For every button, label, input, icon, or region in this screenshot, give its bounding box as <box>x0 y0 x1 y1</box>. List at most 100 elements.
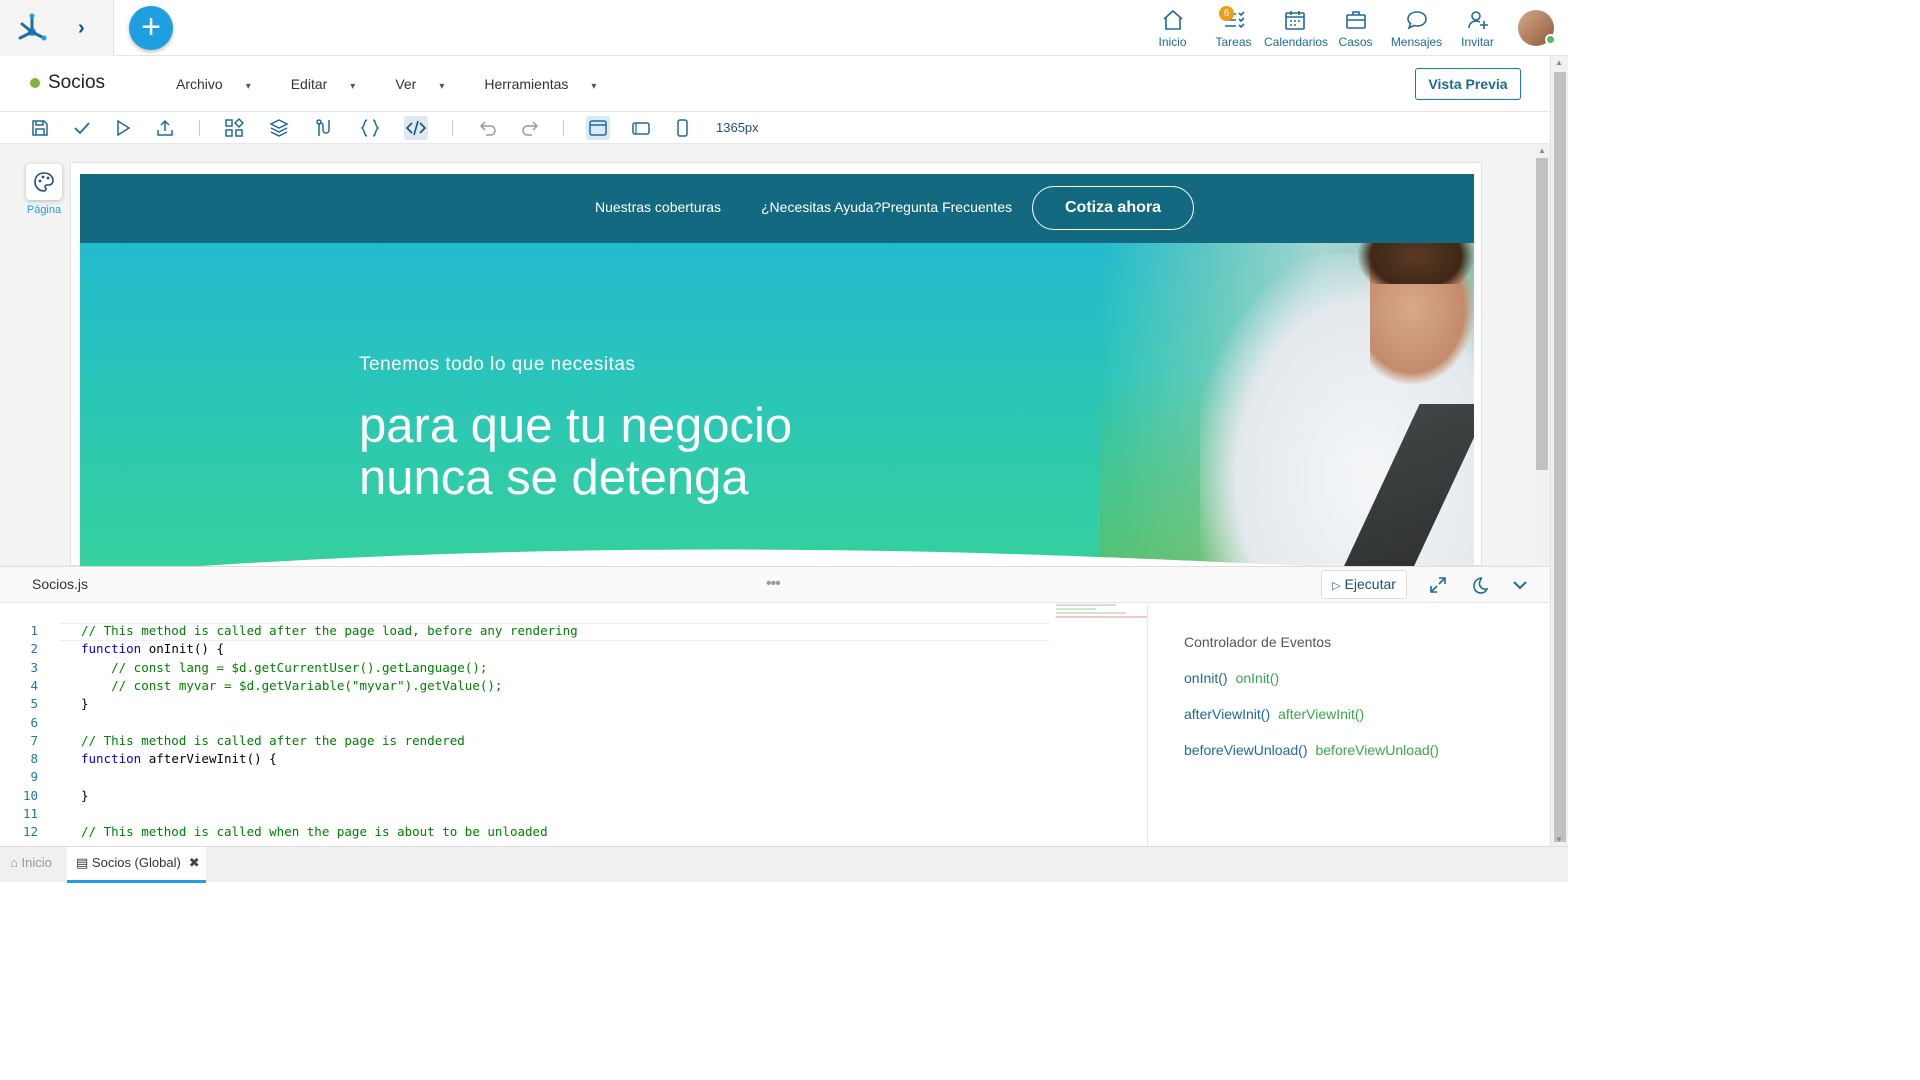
workspace-scrollbar[interactable]: ▲ <box>1534 144 1550 566</box>
page-style-button[interactable] <box>26 164 62 200</box>
run-button[interactable]: ▷ Ejecutar <box>1321 570 1407 599</box>
page-title-text: Socios <box>48 72 106 93</box>
collapse-panel-button[interactable] <box>1509 574 1531 596</box>
event-controller: Controlador de Eventos onInit() onInit() … <box>1163 604 1550 847</box>
home-icon <box>1162 9 1183 30</box>
tab-inicio[interactable]: ⌂ Inicio <box>10 855 52 870</box>
tab-socios-global[interactable]: ▤ Socios (Global) ✖ <box>67 847 206 883</box>
dark-mode-button[interactable] <box>1468 574 1490 596</box>
scroll-up-icon[interactable]: ▲ <box>1538 146 1546 155</box>
code-line[interactable]: 7 // This method is called after the page… <box>0 732 1050 750</box>
document-icon: ▤ <box>76 855 89 870</box>
undo-button[interactable] <box>476 116 500 140</box>
menu-herramientas[interactable]: Herramientas ▾ <box>484 76 616 92</box>
resize-handle-icon[interactable]: ••• <box>766 575 781 593</box>
chevron-down-icon: ▾ <box>245 81 251 92</box>
variables-button[interactable] <box>358 116 382 140</box>
canvas-frame: Nuestras coberturas ¿Necesitas Ayuda?Pre… <box>70 162 1482 567</box>
hero-title: para que tu negocio nunca se detenga <box>359 400 792 504</box>
nav-inicio[interactable]: Inicio <box>1142 6 1203 49</box>
tablet-view-button[interactable] <box>629 116 653 140</box>
play-button[interactable] <box>111 116 135 140</box>
maximize-button[interactable] <box>1427 574 1449 596</box>
events-title: Controlador de Eventos <box>1184 634 1332 650</box>
code-line[interactable]: 10} <box>0 787 1050 805</box>
event-handler-link[interactable]: onInit() <box>1236 670 1280 686</box>
play-icon <box>117 119 131 137</box>
publish-button[interactable] <box>153 116 177 140</box>
menu-ver[interactable]: Ver ▾ <box>395 76 464 92</box>
line-number: 3 <box>30 659 38 675</box>
nav-mensajes[interactable]: Mensajes <box>1386 6 1447 49</box>
menu-editar[interactable]: Editar ▾ <box>291 76 376 92</box>
layers-button[interactable] <box>267 116 291 140</box>
scroll-down-icon[interactable]: ▼ <box>1555 835 1563 844</box>
main-menu: Archivo ▾ Editar ▾ Ver ▾ Herramientas ▾ <box>176 76 636 92</box>
chat-icon <box>1406 11 1427 30</box>
code-text: // This method is called when the page i… <box>81 824 548 840</box>
page-tool-label: Página <box>26 204 62 216</box>
toolbar-divider <box>199 120 200 136</box>
line-number: 8 <box>30 751 38 767</box>
nav-invitar[interactable]: Invitar <box>1447 6 1508 49</box>
flow-button[interactable] <box>312 116 336 140</box>
main-scrollbar[interactable]: ▲ ▼ <box>1550 56 1568 846</box>
code-line[interactable]: 2 function onInit() { <box>0 640 1050 658</box>
scrollbar-thumb[interactable] <box>1554 72 1566 842</box>
save-button[interactable] <box>28 116 52 140</box>
create-button[interactable]: + <box>129 6 173 50</box>
nav-label: Tareas <box>1215 35 1252 49</box>
code-minimap[interactable] <box>1056 604 1147 644</box>
menu-archivo[interactable]: Archivo ▾ <box>176 76 271 92</box>
code-line[interactable]: 5} <box>0 695 1050 713</box>
event-handler-link[interactable]: beforeViewUnload() <box>1315 742 1438 758</box>
code-text: // This method is called after the page … <box>81 623 578 638</box>
preview-button[interactable]: Vista Previa <box>1415 68 1521 100</box>
code-line[interactable]: 3 // const lang = $d.getCurrentUser().ge… <box>0 659 1050 677</box>
nav-tareas[interactable]: 6 Tareas <box>1203 6 1264 49</box>
add-user-icon <box>1467 11 1488 29</box>
code-line[interactable]: 12 // This method is called when the page… <box>0 823 1050 841</box>
scroll-up-icon[interactable]: ▲ <box>1555 58 1563 67</box>
check-button[interactable] <box>70 116 94 140</box>
desktop-icon <box>589 120 607 136</box>
code-line[interactable]: 1 // This method is called after the page… <box>0 622 1050 640</box>
expand-chevron-icon[interactable]: › <box>78 17 85 40</box>
event-handler-link[interactable]: afterViewInit() <box>1278 706 1364 722</box>
nav-calendarios[interactable]: Calendarios <box>1264 6 1328 49</box>
cotiza-button[interactable]: Cotiza ahora <box>1032 186 1194 230</box>
code-area[interactable]: 1 // This method is called after the page… <box>0 604 1148 847</box>
code-button[interactable] <box>404 116 428 140</box>
avatar[interactable] <box>1518 10 1556 46</box>
palette-icon <box>34 172 54 192</box>
site-nav-link-ayuda[interactable]: ¿Necesitas Ayuda?Pregunta Frecuentes <box>761 199 1012 215</box>
code-line[interactable]: 6 <box>0 714 1050 732</box>
code-line[interactable]: 11 <box>0 805 1050 823</box>
scrollbar-thumb[interactable] <box>1536 158 1548 470</box>
braces-icon <box>360 119 380 137</box>
export-icon <box>157 119 173 136</box>
app-logo-icon[interactable] <box>14 10 50 46</box>
mobile-view-button[interactable] <box>670 116 694 140</box>
code-text: } <box>81 696 89 712</box>
code-line[interactable]: 9 <box>0 768 1050 786</box>
code-line[interactable]: 4 // const myvar = $d.getVariable("myvar… <box>0 677 1050 695</box>
code-text: // const lang = $d.getCurrentUser().getL… <box>81 659 488 675</box>
event-link[interactable]: beforeViewUnload() <box>1184 742 1307 758</box>
desktop-view-button[interactable] <box>586 116 610 140</box>
layers-icon <box>269 119 289 137</box>
components-button[interactable] <box>222 116 246 140</box>
redo-icon <box>522 121 539 136</box>
redo-button[interactable] <box>518 116 542 140</box>
code-editor-panel: Socios.js ••• ▷ Ejecutar 1 // This method … <box>0 566 1550 847</box>
close-tab-icon[interactable]: ✖ <box>189 855 200 870</box>
home-icon: ⌂ <box>10 855 18 870</box>
code-line[interactable]: 8 function afterViewInit() { <box>0 750 1050 768</box>
site-preview[interactable]: Nuestras coberturas ¿Necesitas Ayuda?Pre… <box>80 174 1474 567</box>
mobile-icon <box>677 119 688 137</box>
event-link[interactable]: afterViewInit() <box>1184 706 1270 722</box>
nav-label: Invitar <box>1461 35 1494 49</box>
nav-casos[interactable]: Casos <box>1325 6 1386 49</box>
event-link[interactable]: onInit() <box>1184 670 1228 686</box>
site-nav-link-coberturas[interactable]: Nuestras coberturas <box>595 199 721 215</box>
